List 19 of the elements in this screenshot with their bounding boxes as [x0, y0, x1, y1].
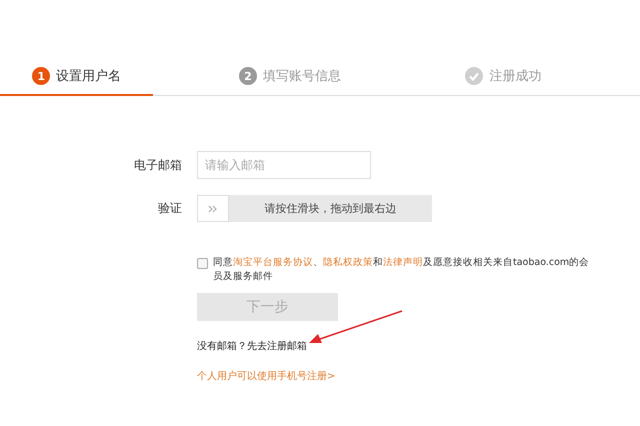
email-field[interactable]: 请输入邮箱	[197, 151, 371, 179]
slider-handle[interactable]	[197, 195, 229, 222]
agreement-link[interactable]: 隐私权政策	[323, 257, 373, 268]
step-tab[interactable]: 2 填写账号信息	[213, 62, 367, 94]
check-icon	[465, 67, 484, 85]
step-tab[interactable]: 1 设置用户名	[0, 62, 154, 96]
chevrons-icon	[208, 204, 218, 212]
verify-label: 验证	[157, 200, 182, 217]
email-label: 电子邮箱	[133, 156, 182, 174]
agreement-link[interactable]: 淘宝平台服务协议	[233, 257, 313, 268]
step-number: 1	[32, 67, 50, 85]
step-number: 2	[238, 67, 257, 85]
register-email-link[interactable]: 没有邮箱？先去注册邮箱	[197, 339, 307, 353]
slider-hint: 请按住滑块，拖动到最右边	[264, 201, 398, 216]
phone-register-link[interactable]: 个人用户可以使用手机号注册>	[197, 369, 336, 383]
agreement-link[interactable]: 法律声明	[383, 257, 423, 268]
step-tab[interactable]: 注册成功	[426, 62, 580, 94]
agreement-text: 同意淘宝平台服务协议、隐私权政策和法律声明及愿意接收相关来自taobao.com的会员及服务邮件	[213, 256, 590, 284]
agree-checkbox[interactable]	[197, 258, 208, 269]
